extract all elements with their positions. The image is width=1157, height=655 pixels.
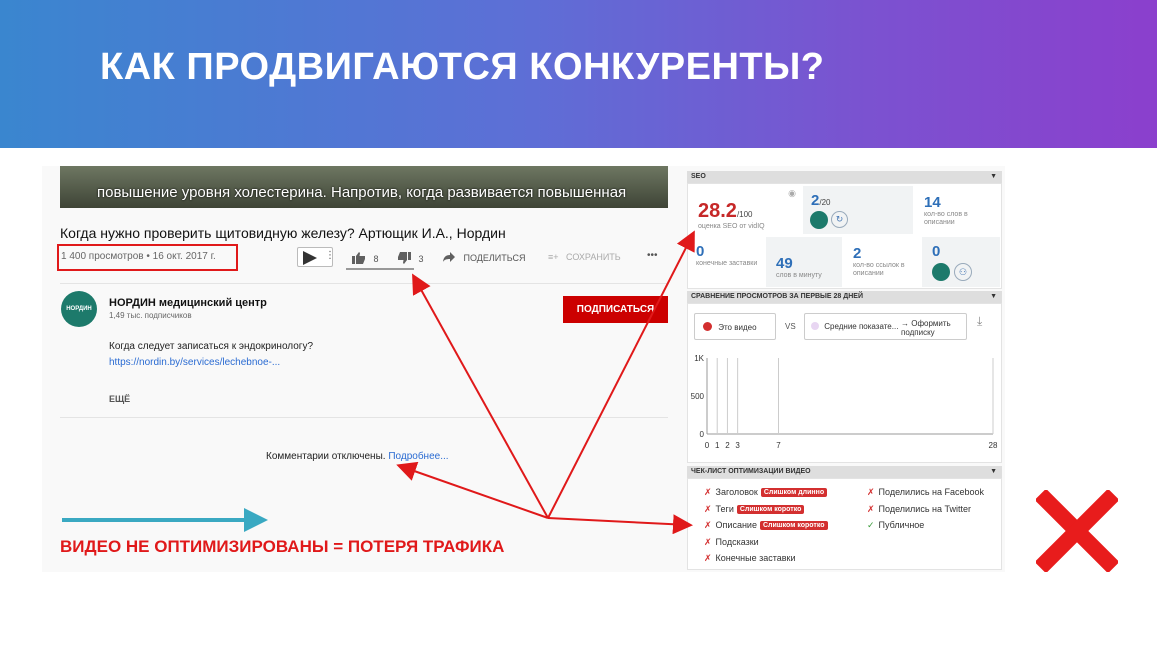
big-red-x-icon (1036, 490, 1118, 572)
red-arrows (396, 230, 695, 535)
